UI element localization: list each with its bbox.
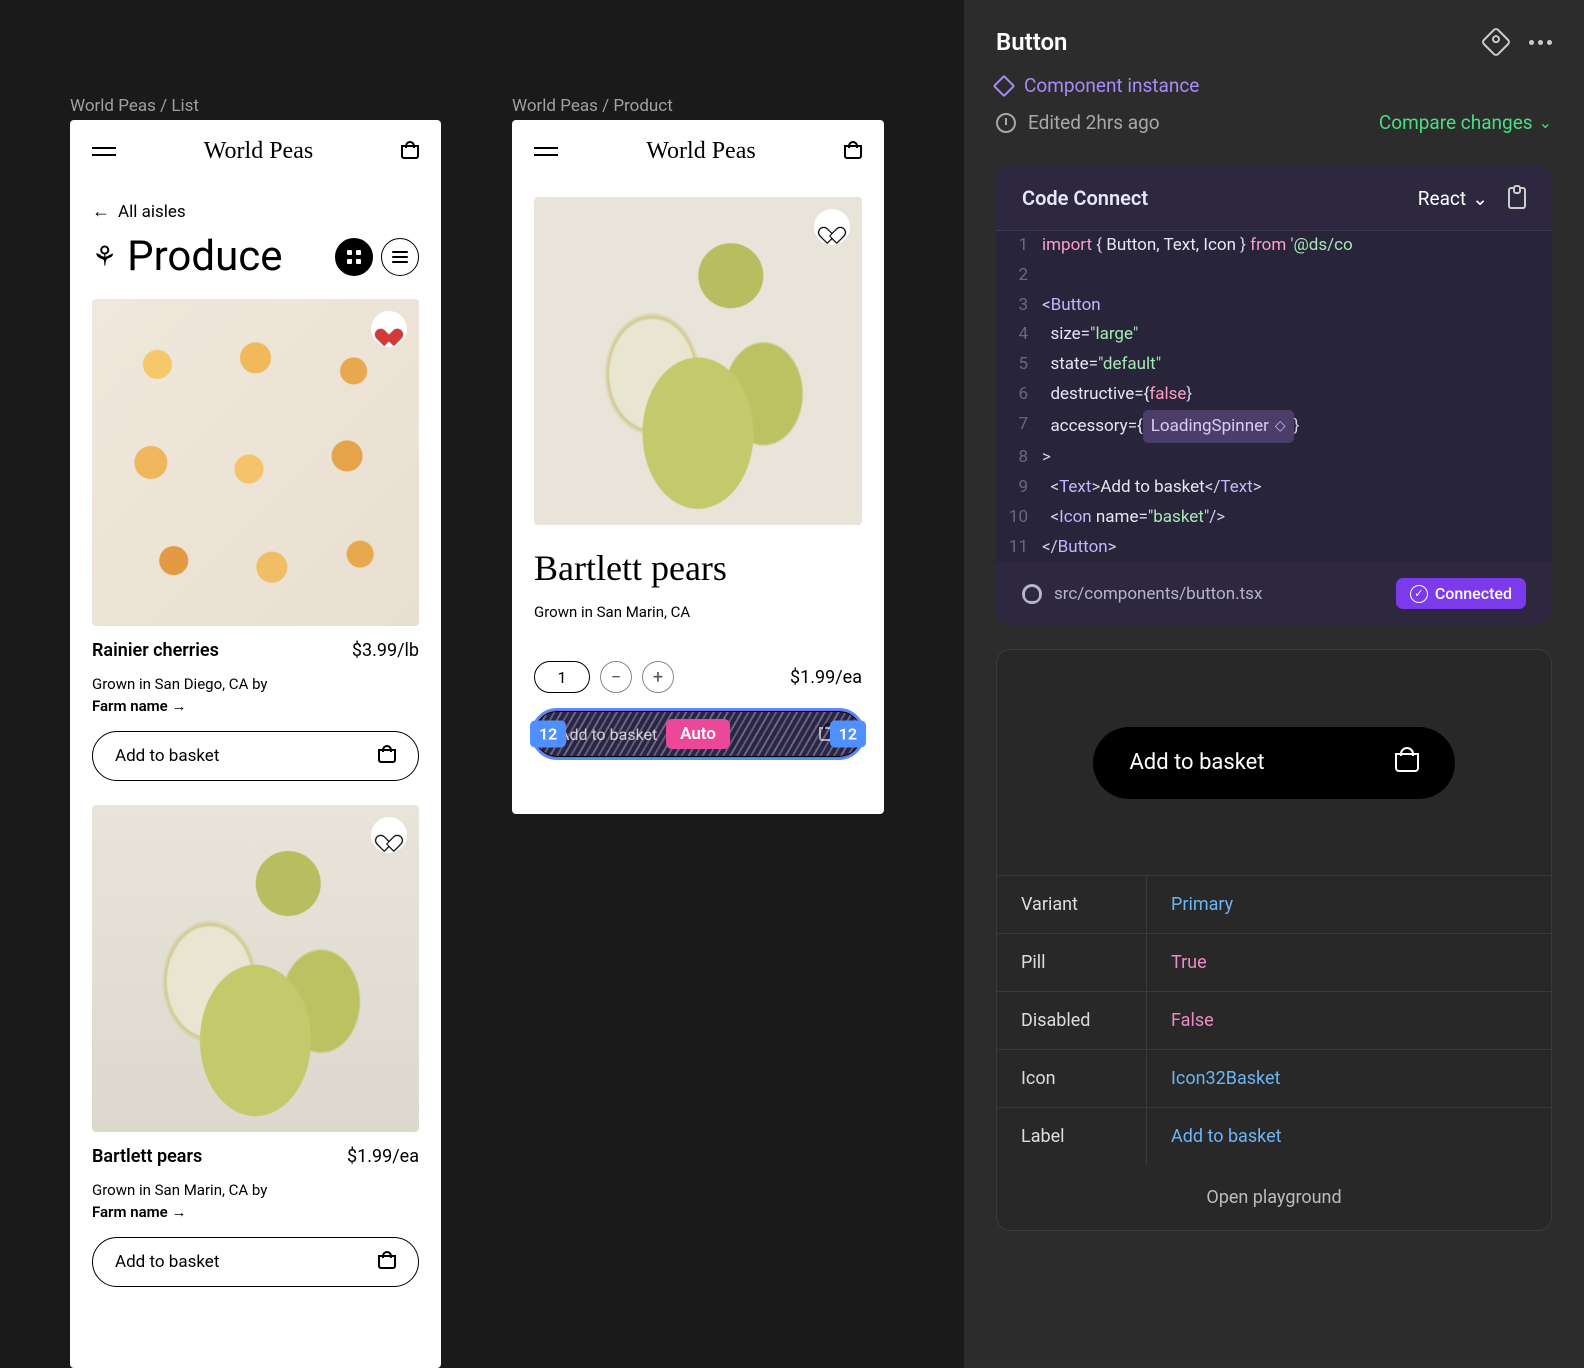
selected-component[interactable]: Add to basket 12 Auto 12 [534, 711, 862, 757]
prop-row: VariantPrimary [997, 876, 1551, 934]
brand-logo: World Peas [646, 138, 755, 165]
product-origin: Grown in San Marin, CA [512, 589, 884, 621]
favorite-button[interactable] [814, 209, 850, 245]
prop-row: DisabledFalse [997, 992, 1551, 1050]
back-link[interactable]: All aisles [70, 183, 441, 222]
edited-row: Edited 2hrs ago Compare changes [996, 97, 1552, 134]
more-icon[interactable] [1529, 40, 1552, 45]
basket-icon [378, 1255, 396, 1269]
product-price: $1.99/ea [790, 667, 862, 688]
mobile-header: World Peas [70, 120, 441, 183]
tag-icon[interactable] [1480, 26, 1511, 57]
grid-icon [347, 250, 361, 264]
basket-icon [378, 749, 396, 763]
panel-header: Button [996, 28, 1552, 56]
product-name: Rainier cherries [92, 640, 219, 661]
frame-label-product: World Peas / Product [512, 96, 673, 116]
basket-icon[interactable] [844, 145, 862, 159]
prop-row: IconIcon32Basket [997, 1050, 1551, 1108]
frame-list[interactable]: World Peas All aisles ⚘Produce Rainier c… [70, 120, 441, 1368]
card-title-row: Bartlett pears $1.99/ea [92, 1132, 419, 1167]
product-hero-image [534, 197, 862, 525]
props-table: VariantPrimary PillTrue DisabledFalse Ic… [997, 875, 1551, 1165]
product-card[interactable]: Rainier cherries $3.99/lb Grown in San D… [70, 299, 441, 805]
page-title: ⚘Produce [92, 232, 282, 281]
product-image [92, 299, 419, 626]
farm-link[interactable]: Farm name [92, 693, 419, 715]
compare-changes-link[interactable]: Compare changes [1379, 111, 1552, 134]
auto-layout-tag: Auto [666, 719, 730, 749]
basket-icon[interactable] [401, 145, 419, 159]
quantity-value[interactable]: 1 [534, 661, 590, 693]
product-title: Bartlett pears [512, 525, 884, 589]
mobile-header: World Peas [512, 120, 884, 183]
clipboard-icon[interactable] [1508, 187, 1526, 209]
add-to-basket-button[interactable]: Add to basket [92, 1237, 419, 1287]
menu-icon[interactable] [92, 147, 116, 156]
component-icon [993, 74, 1016, 97]
product-price: $3.99/lb [352, 640, 419, 661]
frame-label-list: World Peas / List [70, 96, 199, 116]
heart-icon [381, 322, 397, 336]
plant-icon: ⚘ [92, 240, 117, 273]
source-file[interactable]: src/components/button.tsx [1022, 584, 1262, 604]
frame-product[interactable]: World Peas Bartlett pears Grown in San M… [512, 120, 884, 814]
grid-view-button[interactable] [335, 238, 373, 276]
product-name: Bartlett pears [92, 1146, 202, 1167]
farm-link[interactable]: Farm name [92, 1199, 419, 1221]
code-connect-block: Code Connect React 1import { Button, Tex… [996, 166, 1552, 625]
list-view-button[interactable] [381, 238, 419, 276]
history-icon [996, 113, 1016, 133]
decrease-button[interactable]: − [600, 661, 632, 693]
favorite-button[interactable] [371, 817, 407, 853]
view-toggle [335, 238, 419, 276]
connected-badge: Connected [1396, 578, 1526, 609]
product-origin: Grown in San Diego, CA by [92, 661, 419, 693]
increase-button[interactable]: + [642, 661, 674, 693]
product-price: $1.99/ea [347, 1146, 419, 1167]
prop-row: PillTrue [997, 934, 1551, 992]
menu-icon[interactable] [534, 147, 558, 156]
add-to-basket-button[interactable]: Add to basket [92, 731, 419, 781]
favorite-button[interactable] [371, 311, 407, 347]
basket-icon [1395, 753, 1419, 772]
card-title-row: Rainier cherries $3.99/lb [92, 626, 419, 661]
quantity-row: 1 − + $1.99/ea [512, 621, 884, 711]
title-row: ⚘Produce [70, 222, 441, 299]
product-card[interactable]: Bartlett pears $1.99/ea Grown in San Mar… [70, 805, 441, 1311]
preview-block: Add to basket VariantPrimary PillTrue Di… [996, 649, 1552, 1231]
product-origin: Grown in San Marin, CA by [92, 1167, 419, 1199]
open-playground-button[interactable]: Open playground [997, 1165, 1551, 1230]
code-connect-title: Code Connect [1022, 186, 1148, 210]
preview-button[interactable]: Add to basket [1093, 727, 1454, 799]
component-preview: Add to basket [997, 650, 1551, 875]
padding-right-tag: 12 [830, 721, 866, 748]
framework-select[interactable]: React [1418, 187, 1488, 210]
quantity-stepper: 1 − + [534, 661, 674, 693]
design-canvas[interactable]: World Peas / List World Peas / Product W… [0, 0, 920, 1368]
github-icon [1022, 584, 1042, 604]
brand-logo: World Peas [204, 138, 313, 165]
code-editor[interactable]: 1import { Button, Text, Icon } from '@ds… [996, 230, 1552, 562]
inspector-panel: Button Component instance Edited 2hrs ag… [964, 0, 1584, 1368]
product-image [92, 805, 419, 1132]
selection-title: Button [996, 28, 1067, 56]
component-instance-row[interactable]: Component instance [996, 56, 1552, 97]
prop-row: LabelAdd to basket [997, 1108, 1551, 1165]
heart-icon [381, 828, 397, 842]
padding-left-tag: 12 [530, 721, 566, 748]
list-icon [392, 251, 408, 263]
heart-icon [824, 220, 840, 234]
loading-spinner-chip[interactable]: LoadingSpinner [1143, 410, 1294, 444]
